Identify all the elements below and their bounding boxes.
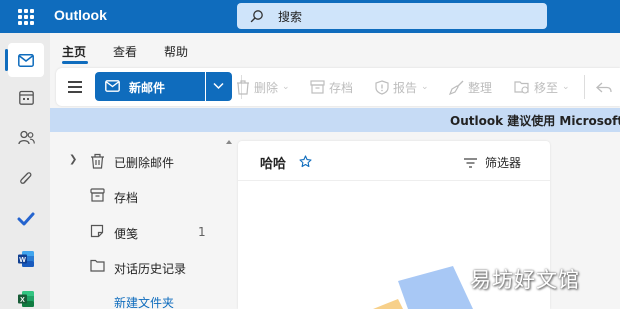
- menu-icon[interactable]: [68, 81, 82, 93]
- shield-icon: [375, 79, 389, 95]
- move-button[interactable]: 移至 ⌄: [514, 76, 570, 98]
- sweep-label: 整理: [468, 80, 493, 95]
- filter-label: 筛选器: [485, 156, 522, 170]
- folder-move-icon: [514, 81, 529, 94]
- broom-icon: [449, 80, 464, 95]
- attach-icon[interactable]: [16, 169, 36, 189]
- toolbar: 新邮件 删除 ⌄ 存档 报告 ⌄ 整理 移至 ⌄: [56, 68, 620, 106]
- trash-icon: [90, 153, 105, 172]
- app-title[interactable]: Outlook: [54, 7, 107, 23]
- svg-text:W: W: [19, 257, 26, 264]
- folder-archive[interactable]: 存档: [50, 183, 236, 209]
- reply-button[interactable]: [596, 76, 616, 98]
- unread-count: 1: [198, 225, 206, 239]
- star-icon[interactable]: [299, 155, 312, 171]
- filter-icon: [464, 157, 477, 168]
- report-label: 报告: [393, 80, 418, 95]
- mail-icon: [105, 80, 120, 92]
- folder-label: 对话历史记录: [114, 262, 187, 276]
- search-icon: [250, 10, 263, 23]
- new-mail-label: 新邮件: [129, 81, 166, 95]
- archive-label: 存档: [329, 80, 354, 95]
- folder-conversation-history[interactable]: 对话历史记录: [50, 254, 236, 280]
- chevron-down-icon: [213, 82, 224, 90]
- archive-icon: [90, 188, 105, 205]
- folder-icon: [90, 259, 105, 275]
- people-icon[interactable]: [16, 127, 36, 147]
- tab-help[interactable]: 帮助: [164, 43, 188, 60]
- new-mail-button[interactable]: 新邮件: [95, 72, 205, 101]
- app-launcher-icon[interactable]: [18, 9, 34, 25]
- search-input[interactable]: 搜索: [237, 3, 547, 29]
- ribbon-tabs: 主页 查看 帮助: [50, 33, 620, 65]
- watermark: 易坊好文馆: [470, 268, 580, 292]
- folder-label: 存档: [114, 191, 139, 205]
- folder-label: 已删除邮件: [114, 156, 175, 170]
- reply-icon: [596, 82, 612, 92]
- chevron-right-icon[interactable]: ❯: [69, 154, 77, 165]
- todo-icon[interactable]: [16, 209, 36, 229]
- note-icon: [90, 224, 104, 241]
- new-folder-link[interactable]: 新建文件夹: [114, 294, 174, 309]
- delete-label: 删除: [254, 80, 279, 95]
- tab-view[interactable]: 查看: [113, 43, 137, 60]
- delete-button[interactable]: 删除 ⌄: [236, 76, 290, 98]
- archive-button[interactable]: 存档: [310, 76, 353, 98]
- filter-button[interactable]: 筛选器: [464, 154, 521, 171]
- top-bar: Outlook 搜索: [0, 0, 620, 33]
- new-mail-dropdown[interactable]: [206, 72, 232, 101]
- folder-title: 哈哈: [260, 157, 287, 172]
- svg-text:X: X: [20, 297, 25, 304]
- folder-label: 便笺: [114, 227, 139, 241]
- word-icon[interactable]: W: [16, 249, 36, 269]
- archive-icon: [310, 80, 325, 94]
- active-app-indicator: [5, 49, 8, 71]
- active-tab-indicator: [62, 61, 88, 64]
- toolbar-divider: [584, 75, 585, 99]
- folder-pane: ❯ 已删除邮件 存档 便笺 1 对话历史记录 新建文件夹: [50, 134, 236, 309]
- folder-notes[interactable]: 便笺 1: [50, 219, 236, 245]
- tab-home[interactable]: 主页: [62, 43, 86, 60]
- sweep-button[interactable]: 整理: [449, 76, 492, 98]
- trash-icon: [237, 79, 249, 95]
- search-placeholder: 搜索: [278, 10, 303, 24]
- message-list-header: 哈哈 筛选器: [238, 141, 550, 181]
- move-label: 移至: [534, 80, 559, 95]
- scroll-up-arrow[interactable]: [226, 140, 232, 144]
- calendar-icon[interactable]: [16, 87, 36, 107]
- app-rail: W X: [0, 33, 50, 309]
- banner-text: Outlook 建议使用 Microsoft: [450, 114, 620, 128]
- excel-icon[interactable]: X: [16, 289, 36, 309]
- info-banner: Outlook 建议使用 Microsoft: [50, 108, 620, 132]
- folder-deleted-items[interactable]: ❯ 已删除邮件: [50, 148, 236, 174]
- mail-icon[interactable]: [16, 50, 36, 70]
- report-button[interactable]: 报告 ⌄: [375, 76, 429, 98]
